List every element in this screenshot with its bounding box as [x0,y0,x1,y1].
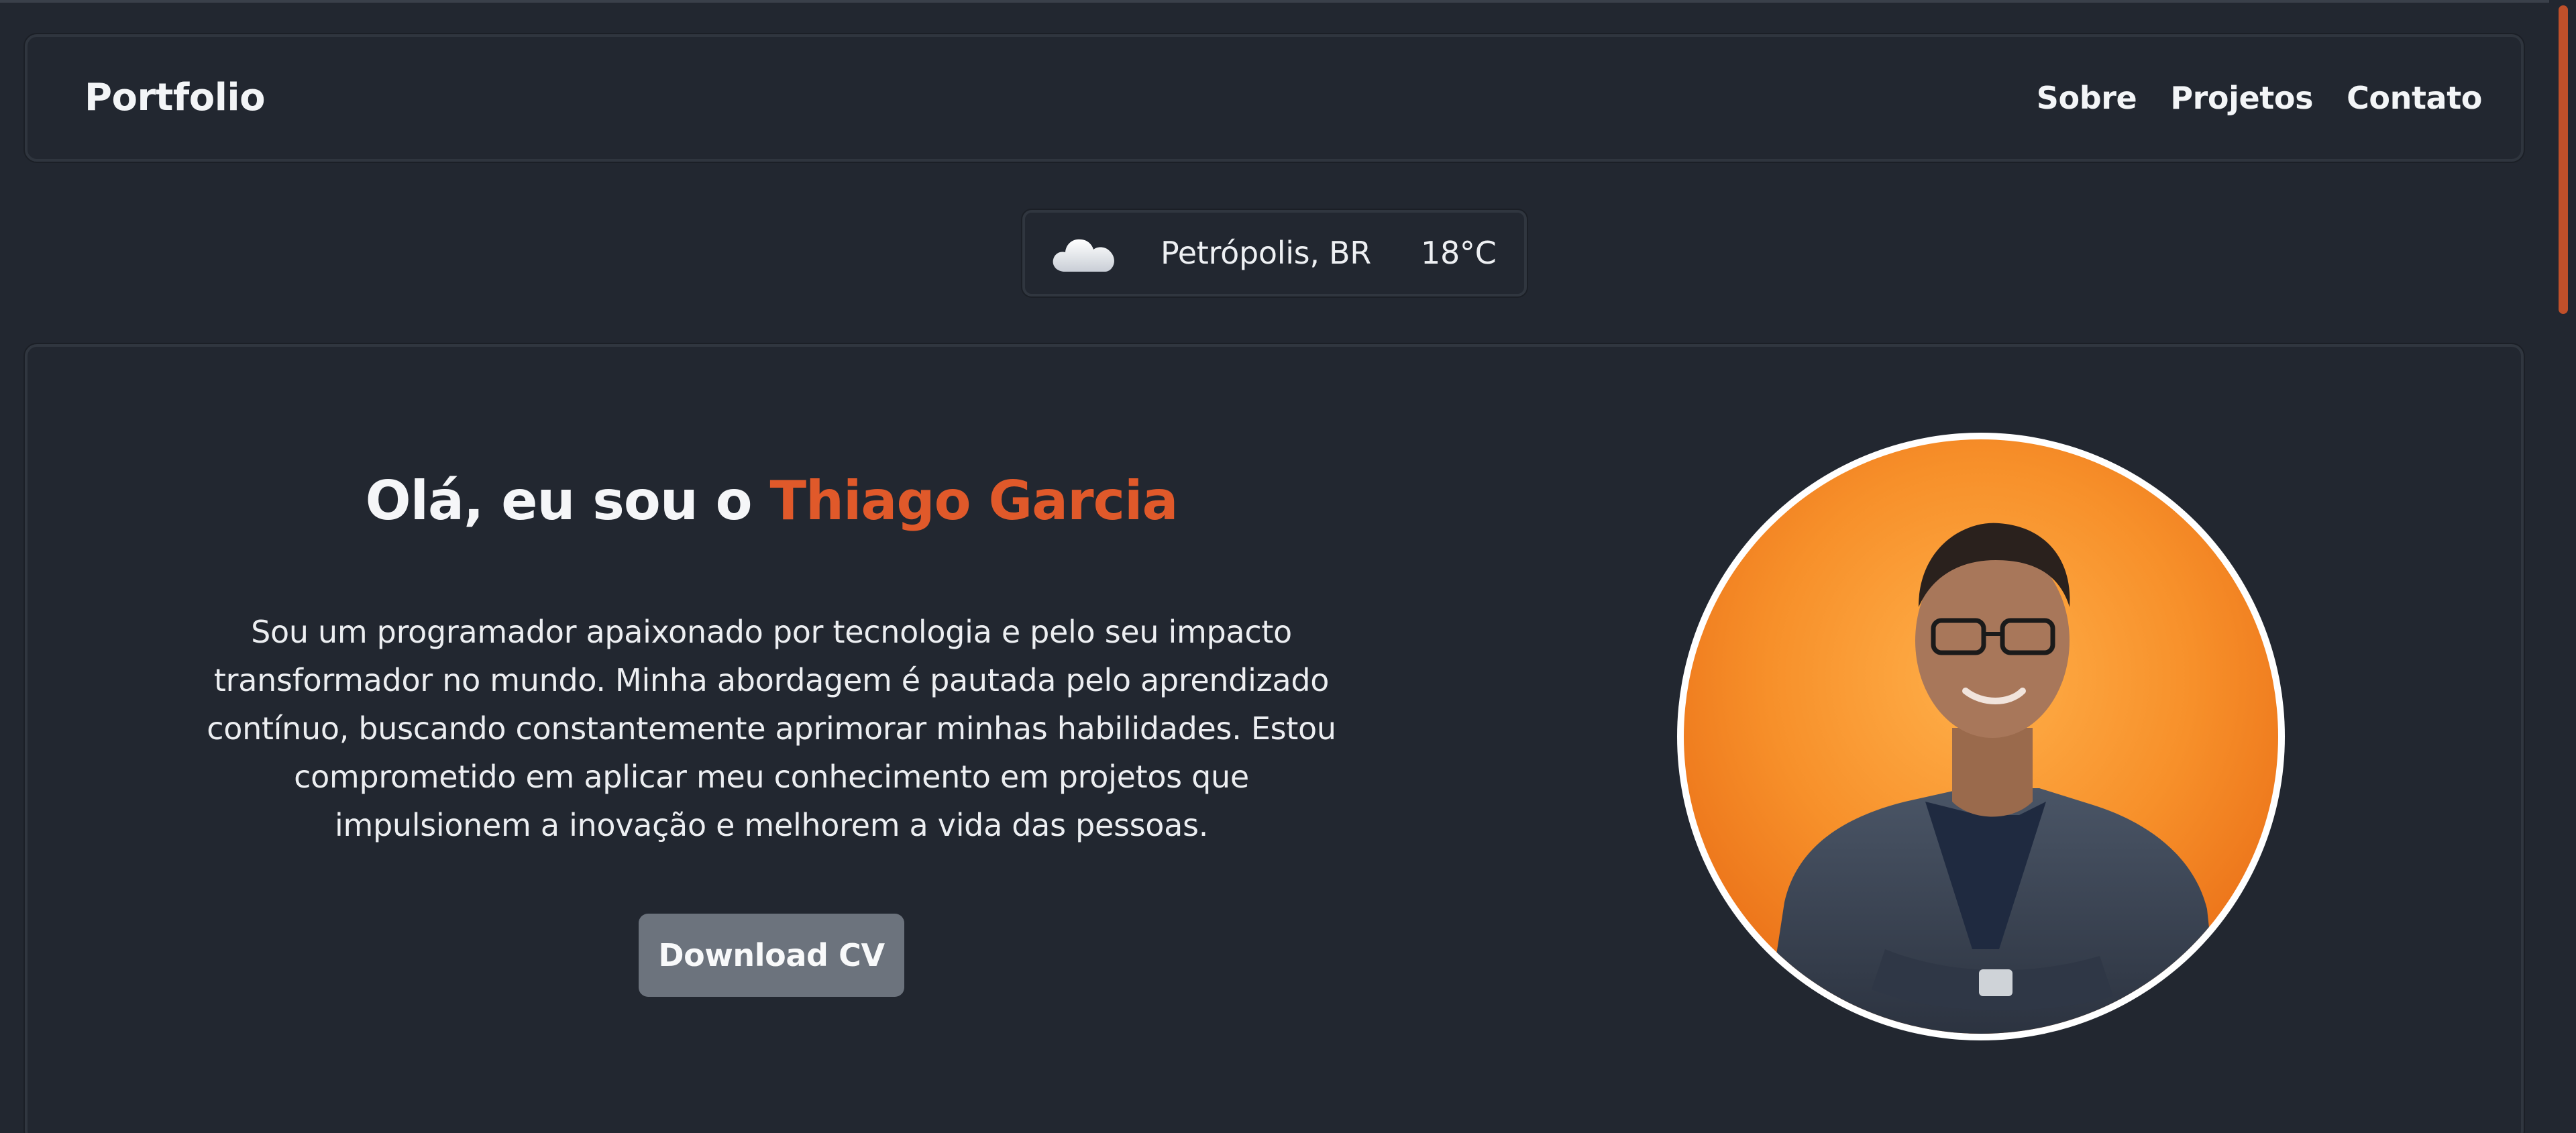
nav-links: Sobre Projetos Contato [2037,37,2483,159]
cloud-icon [1053,239,1114,272]
weather-temperature: 18°C [1421,235,1497,271]
weather-city: Petrópolis, BR [1161,235,1371,271]
nav-link-sobre[interactable]: Sobre [2037,80,2137,116]
nav-link-projetos[interactable]: Projetos [2170,80,2313,116]
scrollbar[interactable] [2549,0,2576,1133]
weather-widget: Petrópolis, BR 18°C [1022,210,1527,296]
hero-greeting: Olá, eu sou o [365,470,753,532]
download-cv-button[interactable]: Download CV [639,914,904,997]
avatar [1677,433,2285,1040]
navbar: Portfolio Sobre Projetos Contato [25,34,2524,162]
scrollbar-thumb[interactable] [2559,5,2568,314]
page: Portfolio Sobre Projetos Contato Petrópo… [0,0,2576,1133]
hero-title: Olá, eu sou o Thiago Garcia [0,470,1543,532]
top-divider [0,0,2576,3]
brand-logo[interactable]: Portfolio [85,37,266,159]
nav-link-contato[interactable]: Contato [2347,80,2482,116]
hero-name: Thiago Garcia [769,470,1178,532]
profile-photo [1684,439,2278,1034]
hero-description: Sou um programador apaixonado por tecnol… [207,614,1336,843]
